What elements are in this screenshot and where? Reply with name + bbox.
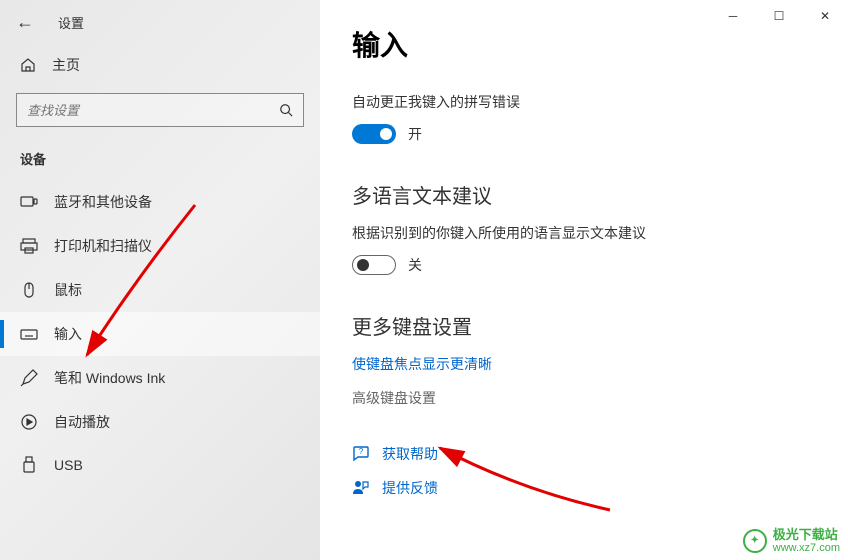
keyboard-icon (20, 325, 38, 343)
nav-pen[interactable]: 笔和 Windows Ink (0, 356, 320, 400)
help-icon: ? (352, 445, 370, 463)
window-controls: ─ ☐ ✕ (710, 0, 848, 32)
usb-icon (20, 456, 38, 474)
multilang-toggle[interactable] (352, 255, 396, 275)
link-focus[interactable]: 使键盘焦点显示更清晰 (352, 354, 816, 374)
category-label: 设备 (0, 139, 320, 180)
nav-label: 蓝牙和其他设备 (54, 192, 152, 212)
nav-autoplay[interactable]: 自动播放 (0, 400, 320, 444)
link-feedback-label: 提供反馈 (382, 478, 438, 498)
autocorrect-state: 开 (408, 124, 422, 144)
maximize-button[interactable]: ☐ (756, 0, 802, 32)
link-advanced[interactable]: 高级键盘设置 (352, 388, 816, 408)
nav-label: 自动播放 (54, 412, 110, 432)
link-feedback[interactable]: 提供反馈 (352, 478, 816, 498)
search-input[interactable] (27, 103, 279, 118)
multilang-state: 关 (408, 255, 422, 275)
nav-mouse[interactable]: 鼠标 (0, 268, 320, 312)
nav-list: 蓝牙和其他设备 打印机和扫描仪 鼠标 输入 笔和 Windows Ink 自动播… (0, 180, 320, 486)
multilang-desc: 根据识别到的你键入所使用的语言显示文本建议 (352, 223, 816, 243)
nav-label: 鼠标 (54, 280, 82, 300)
watermark-url: www.xz7.com (773, 542, 840, 554)
link-help[interactable]: ? 获取帮助 (352, 444, 816, 464)
mouse-icon (20, 281, 38, 299)
autocorrect-toggle[interactable] (352, 124, 396, 144)
content-area: 输入 自动更正我键入的拼写错误 开 多语言文本建议 根据识别到的你键入所使用的语… (320, 0, 848, 560)
nav-label: 笔和 Windows Ink (54, 368, 165, 388)
home-icon (20, 57, 36, 73)
window-title: 设置 (58, 13, 84, 32)
watermark-logo: ✦ (743, 529, 767, 553)
bluetooth-icon (20, 193, 38, 211)
watermark: ✦ 极光下载站 www.xz7.com (743, 528, 840, 554)
printer-icon (20, 237, 38, 255)
nav-typing[interactable]: 输入 (0, 312, 320, 356)
nav-usb[interactable]: USB (0, 444, 320, 486)
home-label: 主页 (52, 55, 80, 75)
autocorrect-label: 自动更正我键入的拼写错误 (352, 92, 816, 112)
home-button[interactable]: 主页 (0, 45, 320, 85)
keyboard-title: 更多键盘设置 (352, 311, 816, 340)
nav-bluetooth[interactable]: 蓝牙和其他设备 (0, 180, 320, 224)
nav-label: 打印机和扫描仪 (54, 236, 152, 256)
search-icon (279, 103, 293, 117)
svg-text:?: ? (359, 447, 364, 456)
watermark-cn: 极光下载站 (773, 528, 840, 542)
nav-label: 输入 (54, 324, 82, 344)
back-button[interactable]: ← (16, 12, 34, 33)
multilang-title: 多语言文本建议 (352, 180, 816, 209)
minimize-button[interactable]: ─ (710, 0, 756, 32)
autoplay-icon (20, 413, 38, 431)
link-help-label: 获取帮助 (382, 444, 438, 464)
nav-label: USB (54, 457, 83, 473)
close-button[interactable]: ✕ (802, 0, 848, 32)
link-focus-label: 使键盘焦点显示更清晰 (352, 354, 492, 374)
search-box[interactable] (16, 93, 304, 127)
nav-printers[interactable]: 打印机和扫描仪 (0, 224, 320, 268)
link-advanced-label: 高级键盘设置 (352, 388, 436, 408)
feedback-icon (352, 479, 370, 497)
pen-icon (20, 369, 38, 387)
